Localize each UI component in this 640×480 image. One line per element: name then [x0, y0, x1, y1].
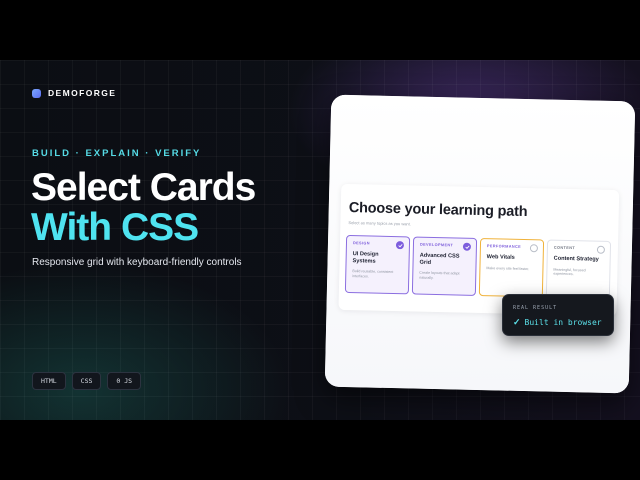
card-name: Content Strategy	[553, 255, 599, 263]
subtitle: Responsive grid with keyboard-friendly c…	[32, 257, 242, 268]
checkmark-icon	[395, 241, 405, 250]
brand-logo-icon	[32, 88, 41, 98]
card-name: UI Design Systems	[352, 251, 379, 265]
card-name: Advanced CSS Grid	[419, 252, 460, 266]
card-development[interactable]: DEVELOPMENT Advanced CSS Grid Create lay…	[411, 236, 478, 296]
result-text: Built in browser	[524, 318, 602, 327]
card-description: Meaningful, focused experiences.	[553, 267, 586, 277]
panel-title: Choose your learning path	[348, 200, 528, 221]
preview-screenshot: Choose your learning path Select as many…	[324, 94, 636, 394]
panel-hint: Select as many topics as you want.	[348, 220, 411, 227]
card-content[interactable]: CONTENT Content Strategy Meaningful, foc…	[545, 239, 612, 299]
check-icon: ✓	[513, 317, 521, 327]
unchecked-circle-icon	[596, 245, 605, 254]
card-description: Make every site feel faster.	[486, 265, 530, 271]
thumbnail-frame: DEMOFORGE BUILD · EXPLAIN · VERIFY Selec…	[0, 60, 640, 420]
brand-name: DEMOFORGE	[48, 88, 117, 98]
tag-js: 0 JS	[107, 372, 142, 390]
tech-tags: HTML CSS 0 JS	[32, 372, 142, 390]
headline-line-1: Select Cards	[31, 166, 256, 209]
tag-html: HTML	[32, 372, 66, 390]
card-name: Web Vitals	[486, 254, 515, 261]
unchecked-circle-icon	[529, 244, 539, 253]
card-description: Create layouts that adapt naturally.	[419, 270, 460, 280]
checkmark-icon	[462, 242, 472, 251]
card-design[interactable]: DESIGN UI Design Systems Build reusable,…	[344, 234, 411, 295]
headline: Select Cards With CSS	[31, 166, 256, 249]
card-grid: DESIGN UI Design Systems Build reusable,…	[344, 234, 612, 299]
result-line: ✓ Built in browser	[513, 317, 602, 328]
preview-page: Choose your learning path Select as many…	[324, 94, 636, 394]
result-badge: REAL RESULT ✓ Built in browser	[502, 294, 614, 336]
brand: DEMOFORGE	[32, 88, 116, 98]
tag-css: CSS	[71, 372, 102, 390]
result-label: REAL RESULT	[513, 305, 558, 311]
kicker: BUILD · EXPLAIN · VERIFY	[32, 148, 202, 159]
headline-line-2: With CSS	[31, 206, 199, 249]
card-description: Build reusable, consistent interfaces.	[352, 269, 394, 279]
card-performance[interactable]: PERFORMANCE Web Vitals Make every site f…	[478, 238, 545, 298]
